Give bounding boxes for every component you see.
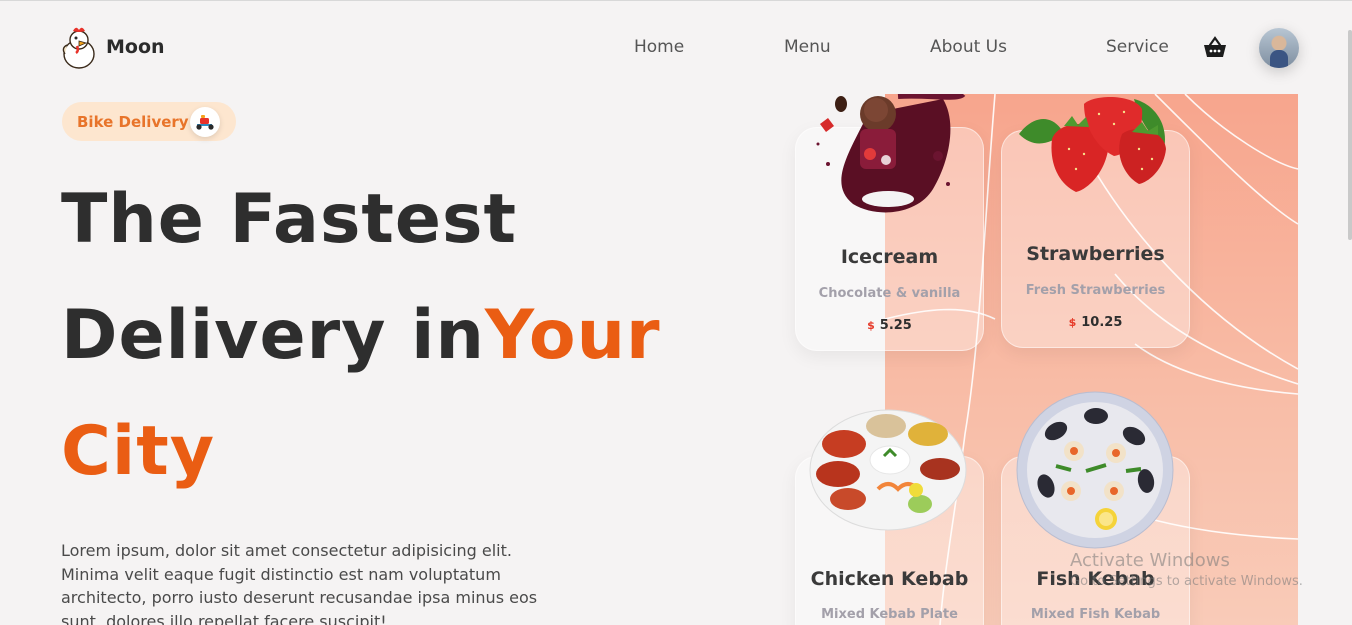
brand-name: Moon — [106, 36, 165, 58]
rooster-mascot-icon — [62, 27, 95, 69]
card-description: Chocolate & vanilla — [818, 286, 961, 301]
watermark-subtitle: Go to Settings to activate Windows. — [1070, 574, 1303, 589]
brand-logo[interactable]: Moon — [60, 24, 165, 70]
fish-kebab-image — [1016, 391, 1174, 549]
scooter-icon — [190, 107, 220, 137]
card-description: Fresh Strawberries — [1025, 283, 1166, 298]
chicken-kebab-image — [809, 409, 967, 531]
nav-service[interactable]: Service — [1106, 37, 1169, 57]
badge-label: Bike Delivery — [77, 112, 189, 131]
nav-home[interactable]: Home — [634, 37, 684, 57]
card-price: $5.25 — [796, 318, 983, 333]
headline-accent: Your — [484, 296, 661, 375]
headline-line-3: City — [61, 412, 216, 491]
basket-icon[interactable] — [1203, 36, 1227, 58]
card-title: Icecream — [840, 246, 939, 268]
headline-line-1: The Fastest — [61, 180, 518, 259]
price-value: 10.25 — [1081, 315, 1123, 330]
activate-windows-watermark: Activate Windows Go to Settings to activ… — [1070, 550, 1303, 589]
hero-description: Lorem ipsum, dolor sit amet consectetur … — [61, 541, 538, 625]
nav-menu[interactable]: Menu — [784, 37, 831, 57]
currency-symbol: $ — [1068, 316, 1077, 329]
icecream-image — [816, 94, 966, 213]
headline-line-2: Delivery inYour — [61, 296, 661, 375]
card-price: $10.25 — [1002, 315, 1189, 330]
price-value: 5.25 — [879, 318, 912, 333]
headline-line-2-prefix: Delivery in — [61, 296, 485, 375]
watermark-title: Activate Windows — [1070, 550, 1230, 571]
top-border — [0, 0, 1352, 1]
card-title: Strawberries — [1026, 243, 1165, 265]
currency-symbol: $ — [867, 319, 875, 332]
avatar-figure — [1270, 50, 1288, 68]
card-description: Mixed Fish Kebab — [1030, 607, 1161, 622]
card-title: Chicken Kebab — [810, 568, 969, 590]
user-avatar[interactable] — [1259, 28, 1299, 68]
page-scrollbar[interactable] — [1348, 30, 1352, 240]
card-description: Mixed Kebab Plate — [821, 607, 958, 622]
strawberries-image — [1019, 97, 1166, 192]
nav-about-us[interactable]: About Us — [930, 37, 1007, 57]
bike-delivery-badge[interactable]: Bike Delivery — [62, 102, 236, 141]
